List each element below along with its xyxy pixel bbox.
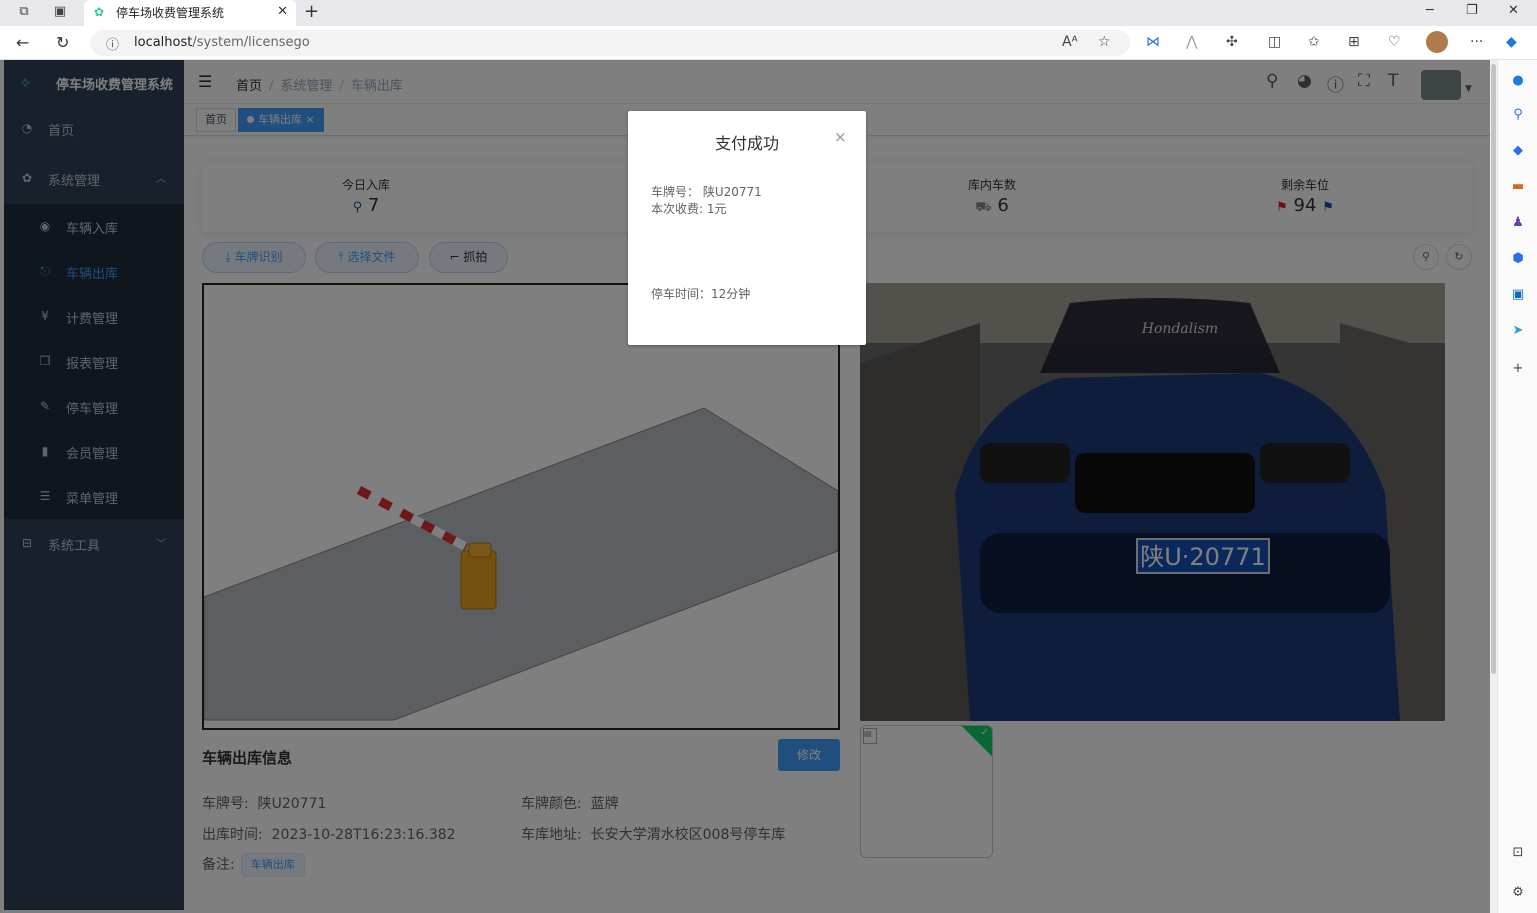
url-text: localhost/system/licensego [134,35,310,50]
favorite-star-icon[interactable]: ☆ [1098,34,1111,50]
site-info-icon[interactable]: ⓘ [106,34,119,53]
toolbox-icon[interactable]: ▬ [1509,178,1527,196]
bell-icon[interactable]: ● [1509,72,1527,90]
browser-tab-active[interactable]: ✿ 停车场收费管理系统 ✕ [84,0,296,26]
extension-icon[interactable]: ⋀ [1186,34,1197,50]
profile-avatar[interactable] [1426,31,1448,53]
dialog-duration-line: 停车时间：12分钟 [651,287,751,301]
payment-success-dialog: 支付成功 × 车牌号： 陕U20771 本次收费: 1元 停车时间：12分钟 [628,111,866,345]
window-close-icon[interactable]: ✕ [1508,3,1519,18]
scrollbar-thumb[interactable] [1491,64,1496,674]
workspaces-icon[interactable]: ⧉ [16,4,32,20]
send-icon[interactable]: ➤ [1509,322,1527,340]
plus-icon[interactable]: + [1509,360,1527,378]
tag-icon[interactable]: ◆ [1509,142,1527,160]
tab-actions-icon[interactable]: ▣ [52,4,68,20]
tab-close-icon[interactable]: ✕ [277,4,288,19]
favorites-icon[interactable]: ✩ [1308,34,1320,50]
browser-address-bar: ← ↻ ⓘ localhost/system/licensego Aᴬ ☆ ⋈ … [0,26,1537,60]
read-aloud-icon[interactable]: Aᴬ [1062,34,1078,50]
minimize-icon[interactable]: ─ [1426,3,1434,18]
office-icon[interactable]: ⬢ [1509,250,1527,268]
extensions-icon[interactable]: ✣ [1226,34,1238,50]
browser-tab-title: 停车场收费管理系统 [116,6,225,20]
dialog-close-icon[interactable]: × [834,128,847,146]
refresh-icon[interactable]: ↻ [56,33,69,52]
screenshot-icon[interactable]: ⊡ [1509,844,1527,862]
games-icon[interactable]: ♟ [1509,214,1527,232]
site-favicon-icon: ✿ [94,5,105,19]
dialog-title: 支付成功 [714,134,779,153]
restore-icon[interactable]: ❐ [1466,3,1478,18]
edge-sidebar: ● ⚲ ◆ ▬ ♟ ⬢ ▣ ➤ + ⊡ ⚙ [1497,60,1537,913]
outlook-icon[interactable]: ▣ [1509,286,1527,304]
browser-essentials-icon[interactable]: ♡ [1388,34,1401,50]
browser-tab-bar: ⧉ ▣ ✿ 停车场收费管理系统 ✕ + ─ ❐ ✕ [0,0,1537,26]
search-icon[interactable]: ⚲ [1509,106,1527,124]
collections-icon[interactable]: ⊞ [1348,34,1360,50]
dialog-fee-line: 本次收费: 1元 [651,202,727,216]
back-icon[interactable]: ← [16,33,29,52]
copilot-icon[interactable]: ◆ [1506,34,1517,50]
more-menu-icon[interactable]: ··· [1470,34,1483,50]
split-screen-icon[interactable]: ◫ [1268,34,1281,50]
extension-icon[interactable]: ⋈ [1146,34,1160,50]
new-tab-button[interactable]: + [304,1,319,22]
page-scrollbar[interactable] [1490,60,1497,913]
url-field[interactable]: ⓘ localhost/system/licensego [90,30,1130,56]
gear-icon[interactable]: ⚙ [1509,884,1527,902]
dialog-plate-line: 车牌号： 陕U20771 [651,185,762,199]
